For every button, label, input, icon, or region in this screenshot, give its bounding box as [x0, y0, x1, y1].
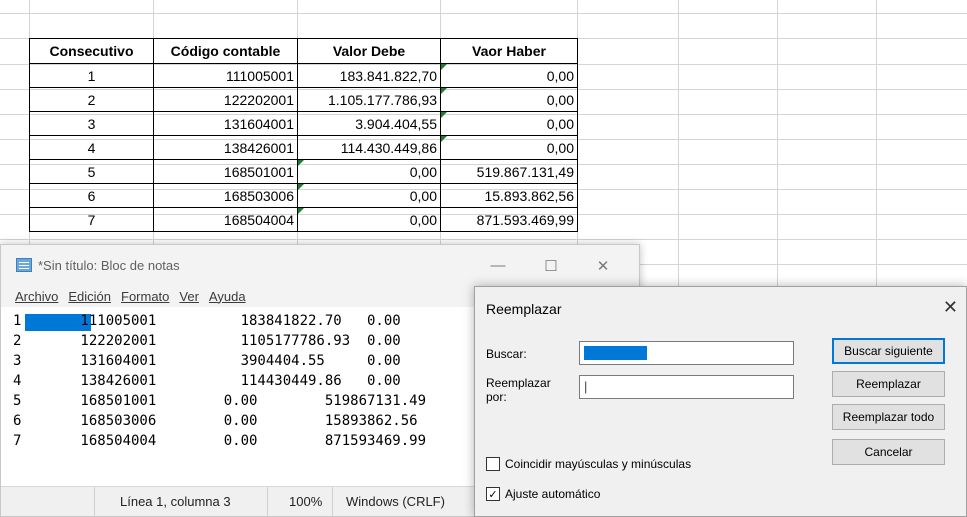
error-indicator-icon — [298, 208, 304, 214]
replace-label: Reemplazar — [486, 376, 551, 390]
table-row: 4 138426001 114.430.449,86 0,00 — [29, 135, 578, 160]
replace-input[interactable]: | — [579, 375, 794, 399]
menu-ver[interactable]: Ver — [179, 289, 199, 304]
menu-edicion[interactable]: Edición — [68, 289, 111, 304]
table-row: 7 168504004 0,00 871.593.469,99 — [29, 207, 578, 232]
cell-consecutivo[interactable]: 6 — [29, 183, 154, 208]
text-line: 7 168504004 0.00 871593469.99 — [13, 433, 427, 449]
accounting-table: Consecutivo Código contable Valor Debe V… — [29, 38, 578, 232]
menu-ayuda[interactable]: Ayuda — [209, 289, 246, 304]
cell-codigo[interactable]: 138426001 — [153, 135, 298, 160]
maximize-button[interactable]: ☐ — [541, 257, 561, 275]
zoom-level: 100% — [289, 494, 323, 509]
error-indicator-icon — [298, 184, 304, 190]
dialog-close-icon[interactable]: ✕ — [943, 297, 958, 318]
cell-consecutivo[interactable]: 4 — [29, 135, 154, 160]
error-indicator-icon — [441, 136, 447, 142]
cell-codigo[interactable]: 122202001 — [153, 87, 298, 112]
cell-haber[interactable]: 0,00 — [440, 135, 578, 160]
error-indicator-icon — [298, 160, 304, 166]
cell-haber[interactable]: 0,00 — [440, 63, 578, 88]
text-line: 4 138426001 114430449.86 0.00 — [13, 373, 401, 389]
text-line: 2 122202001 1105177786.93 0.00 — [13, 333, 401, 349]
cell-haber[interactable]: 0,00 — [440, 111, 578, 136]
find-next-button[interactable]: Buscar siguiente — [832, 338, 945, 364]
cell-consecutivo[interactable]: 5 — [29, 159, 154, 184]
wrap-around-checkbox[interactable]: ✓ — [486, 487, 500, 501]
text-line: 6 168503006 0.00 15893862.56 — [13, 413, 418, 429]
table-row: 1 111005001 183.841.822,70 0,00 — [29, 63, 578, 88]
cell-debe[interactable]: 0,00 — [297, 207, 441, 232]
table-row: 5 168501001 0,00 519.867.131,49 — [29, 159, 578, 184]
table-header-row: Consecutivo Código contable Valor Debe V… — [29, 38, 578, 64]
table-row: 2 122202001 1.105.177.786,93 0,00 — [29, 87, 578, 112]
cell-haber[interactable]: 15.893.862,56 — [440, 183, 578, 208]
wrap-around-label: Ajuste automático — [505, 487, 601, 501]
cancel-button[interactable]: Cancelar — [832, 439, 945, 465]
notepad-titlebar[interactable]: *Sin título: Bloc de notas — ☐ ✕ — [1, 245, 639, 285]
header-valor-haber[interactable]: Vaor Haber — [440, 38, 578, 64]
cell-debe[interactable]: 183.841.822,70 — [297, 63, 441, 88]
cell-codigo[interactable]: 131604001 — [153, 111, 298, 136]
cell-consecutivo[interactable]: 1 — [29, 63, 154, 88]
replace-dialog: Reemplazar ✕ Buscar: Reemplazar por: | B… — [474, 286, 967, 517]
cell-debe[interactable]: 0,00 — [297, 159, 441, 184]
replace-button[interactable]: Reemplazar — [832, 371, 945, 397]
table-row: 3 131604001 3.904.404,55 0,00 — [29, 111, 578, 136]
cell-consecutivo[interactable]: 2 — [29, 87, 154, 112]
cell-consecutivo[interactable]: 3 — [29, 111, 154, 136]
text-line: 3 131604001 3904404.55 0.00 — [13, 353, 401, 369]
cell-debe[interactable]: 1.105.177.786,93 — [297, 87, 441, 112]
cell-codigo[interactable]: 111005001 — [153, 63, 298, 88]
header-consecutivo[interactable]: Consecutivo — [29, 38, 154, 64]
header-codigo-contable[interactable]: Código contable — [153, 38, 298, 64]
header-valor-debe[interactable]: Valor Debe — [297, 38, 441, 64]
find-label: Buscar: — [486, 347, 527, 361]
table-row: 6 168503006 0,00 15.893.862,56 — [29, 183, 578, 208]
menu-formato[interactable]: Formato — [121, 289, 169, 304]
notepad-title: *Sin título: Bloc de notas — [38, 257, 180, 273]
match-case-checkbox[interactable] — [486, 457, 500, 471]
cell-consecutivo[interactable]: 7 — [29, 207, 154, 232]
cursor-position: Línea 1, columna 3 — [120, 494, 231, 509]
cell-debe[interactable]: 3.904.404,55 — [297, 111, 441, 136]
cell-haber[interactable]: 871.593.469,99 — [440, 207, 578, 232]
find-input[interactable] — [579, 341, 794, 365]
cell-codigo[interactable]: 168501001 — [153, 159, 298, 184]
cell-codigo[interactable]: 168504004 — [153, 207, 298, 232]
error-indicator-icon — [441, 64, 447, 70]
text-line: 5 168501001 0.00 519867131.49 — [13, 393, 427, 409]
menu-archivo[interactable]: Archivo — [15, 289, 58, 304]
error-indicator-icon — [441, 112, 447, 118]
minimize-button[interactable]: — — [488, 257, 508, 274]
cell-haber[interactable]: 519.867.131,49 — [440, 159, 578, 184]
cell-debe[interactable]: 114.430.449,86 — [297, 135, 441, 160]
replace-label-por: por: — [486, 390, 507, 404]
cell-debe[interactable]: 0,00 — [297, 183, 441, 208]
dialog-title: Reemplazar — [486, 301, 562, 317]
text-line: 1 111005001 183841822.70 0.00 — [13, 313, 401, 329]
cell-haber[interactable]: 0,00 — [440, 87, 578, 112]
notepad-icon — [16, 258, 32, 272]
text-caret: | — [584, 379, 588, 394]
cell-codigo[interactable]: 168503006 — [153, 183, 298, 208]
line-ending: Windows (CRLF) — [346, 494, 445, 509]
error-indicator-icon — [441, 88, 447, 94]
close-button[interactable]: ✕ — [593, 257, 613, 275]
match-case-label: Coincidir mayúsculas y minúsculas — [505, 457, 692, 471]
replace-all-button[interactable]: Reemplazar todo — [832, 404, 945, 430]
find-input-selection — [584, 346, 647, 360]
